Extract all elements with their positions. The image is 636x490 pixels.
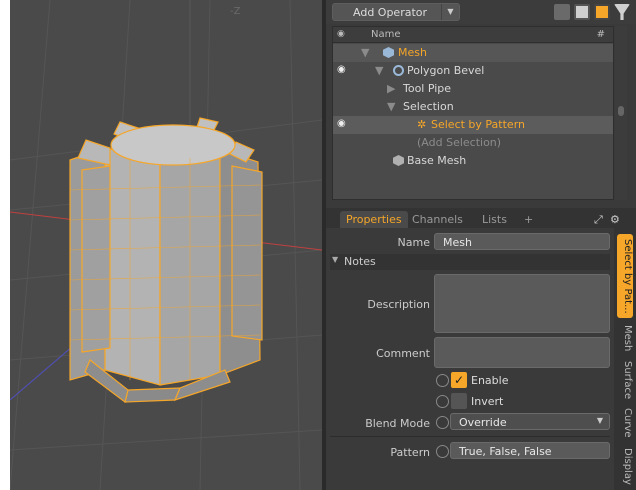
tree-row-label: (Add Selection) bbox=[417, 136, 502, 149]
schematic-toolbar: Add Operator ▼ bbox=[326, 0, 636, 24]
notes-section-header[interactable]: ▼ Notes bbox=[330, 254, 610, 270]
tree-row-label: Selection bbox=[403, 100, 454, 113]
invert-checkbox[interactable] bbox=[451, 393, 467, 409]
tab-properties[interactable]: Properties bbox=[340, 211, 408, 228]
eye-icon[interactable]: ◉ bbox=[337, 64, 351, 76]
enable-label: Enable bbox=[471, 374, 509, 387]
tree-row-mesh[interactable]: ▼ Mesh bbox=[333, 44, 613, 62]
form-side-tabs: Select by Pat... Mesh Surface Curve Disp… bbox=[614, 228, 636, 490]
tree-row-selection[interactable]: ▼ Selection bbox=[333, 98, 613, 116]
filter-icon[interactable] bbox=[614, 4, 630, 20]
3d-viewport[interactable]: -Z bbox=[10, 0, 322, 490]
eye-icon[interactable]: ◉ bbox=[337, 118, 351, 130]
pattern-label: Pattern bbox=[390, 446, 430, 459]
add-operator-label: Add Operator bbox=[353, 6, 428, 19]
tree-row-label: Polygon Bevel bbox=[407, 64, 485, 77]
enable-channel-radio[interactable] bbox=[436, 374, 449, 387]
vtab-select-by-pattern[interactable]: Select by Pat... bbox=[617, 234, 633, 318]
expand-arrow-icon[interactable]: ▶ bbox=[387, 82, 395, 95]
list-icon[interactable] bbox=[574, 4, 590, 20]
tab-channels[interactable]: Channels bbox=[406, 211, 469, 228]
item-tree: ◉ Name # ▼ Mesh ◉ ▼ Polygon Bevel ▶ Tool… bbox=[332, 26, 614, 200]
tree-header: ◉ Name # bbox=[333, 27, 613, 43]
invert-channel-radio[interactable] bbox=[436, 395, 449, 408]
notes-section-label: Notes bbox=[344, 255, 376, 268]
tab-lists[interactable]: Lists bbox=[476, 211, 513, 228]
description-field[interactable] bbox=[434, 274, 610, 333]
chevron-down-icon: ▼ bbox=[596, 416, 603, 425]
pattern-value: True, False, False bbox=[459, 445, 552, 458]
tree-row-label: Base Mesh bbox=[407, 154, 467, 167]
mesh-cube-icon bbox=[393, 155, 404, 166]
vtab-surface[interactable]: Surface bbox=[617, 358, 633, 402]
right-panel: Add Operator ▼ ◉ Name # ▼ Mesh ◉ ▼ Polyg… bbox=[326, 0, 636, 490]
pattern-field[interactable]: True, False, False bbox=[450, 442, 610, 459]
add-tab-button[interactable]: + bbox=[518, 211, 539, 228]
name-label: Name bbox=[397, 236, 430, 249]
blend-mode-value: Override bbox=[459, 416, 507, 429]
description-label: Description bbox=[367, 298, 430, 311]
blend-mode-select[interactable]: Override ▼ bbox=[450, 413, 610, 430]
add-operator-button[interactable]: Add Operator ▼ bbox=[332, 3, 460, 21]
tree-row-label: Tool Pipe bbox=[403, 82, 452, 95]
pattern-channel-radio[interactable] bbox=[436, 445, 449, 458]
pipe-icon[interactable] bbox=[594, 4, 610, 20]
tree-scrollbar[interactable] bbox=[615, 26, 627, 200]
hash-column-header[interactable]: # bbox=[597, 29, 605, 40]
collapse-arrow-icon[interactable]: ▼ bbox=[387, 100, 395, 113]
viewport-scene bbox=[10, 0, 322, 490]
bevel-icon bbox=[393, 65, 404, 76]
enable-checkbox[interactable]: ✓ bbox=[451, 372, 467, 388]
properties-panel: Name Mesh ▼ Notes Description Comment ✓ … bbox=[326, 228, 614, 490]
section-arrow-icon: ▼ bbox=[332, 255, 339, 264]
stack-icon[interactable] bbox=[554, 4, 570, 20]
comment-field[interactable] bbox=[434, 337, 610, 368]
tree-row-label: Mesh bbox=[398, 46, 427, 59]
tree-row-base-mesh[interactable]: Base Mesh bbox=[333, 152, 613, 170]
tree-row-tool-pipe[interactable]: ▶ Tool Pipe bbox=[333, 80, 613, 98]
gear-icon: ✲ bbox=[417, 118, 427, 131]
scrollbar-thumb[interactable] bbox=[618, 106, 624, 116]
tree-row-label: Select by Pattern bbox=[431, 118, 525, 131]
eye-icon: ◉ bbox=[337, 29, 345, 39]
tree-row-add-selection[interactable]: (Add Selection) bbox=[333, 134, 613, 152]
chevron-down-icon[interactable]: ▼ bbox=[441, 4, 459, 20]
comment-label: Comment bbox=[376, 347, 430, 360]
name-field[interactable]: Mesh bbox=[434, 233, 610, 250]
collapse-arrow-icon[interactable]: ▼ bbox=[375, 64, 383, 77]
collapse-arrow-icon[interactable]: ▼ bbox=[361, 46, 369, 59]
blend-mode-channel-radio[interactable] bbox=[436, 416, 449, 429]
name-column-header[interactable]: Name bbox=[371, 29, 401, 40]
invert-label: Invert bbox=[471, 395, 504, 408]
gear-mesh bbox=[69, 117, 263, 404]
divider-line bbox=[330, 436, 610, 437]
properties-tabs: Properties Channels Lists + ⤢ ⚙ bbox=[326, 208, 636, 228]
blend-mode-label: Blend Mode bbox=[365, 417, 430, 430]
mesh-cube-icon bbox=[383, 47, 394, 58]
name-value: Mesh bbox=[443, 236, 472, 249]
vtab-curve[interactable]: Curve bbox=[617, 406, 633, 440]
tree-row-select-by-pattern[interactable]: ◉ ✲ Select by Pattern bbox=[333, 116, 613, 134]
gear-icon[interactable]: ⚙ bbox=[604, 211, 626, 228]
vtab-mesh[interactable]: Mesh bbox=[617, 322, 633, 354]
vtab-display[interactable]: Display bbox=[617, 446, 633, 486]
tree-row-polygon-bevel[interactable]: ◉ ▼ Polygon Bevel bbox=[333, 62, 613, 80]
